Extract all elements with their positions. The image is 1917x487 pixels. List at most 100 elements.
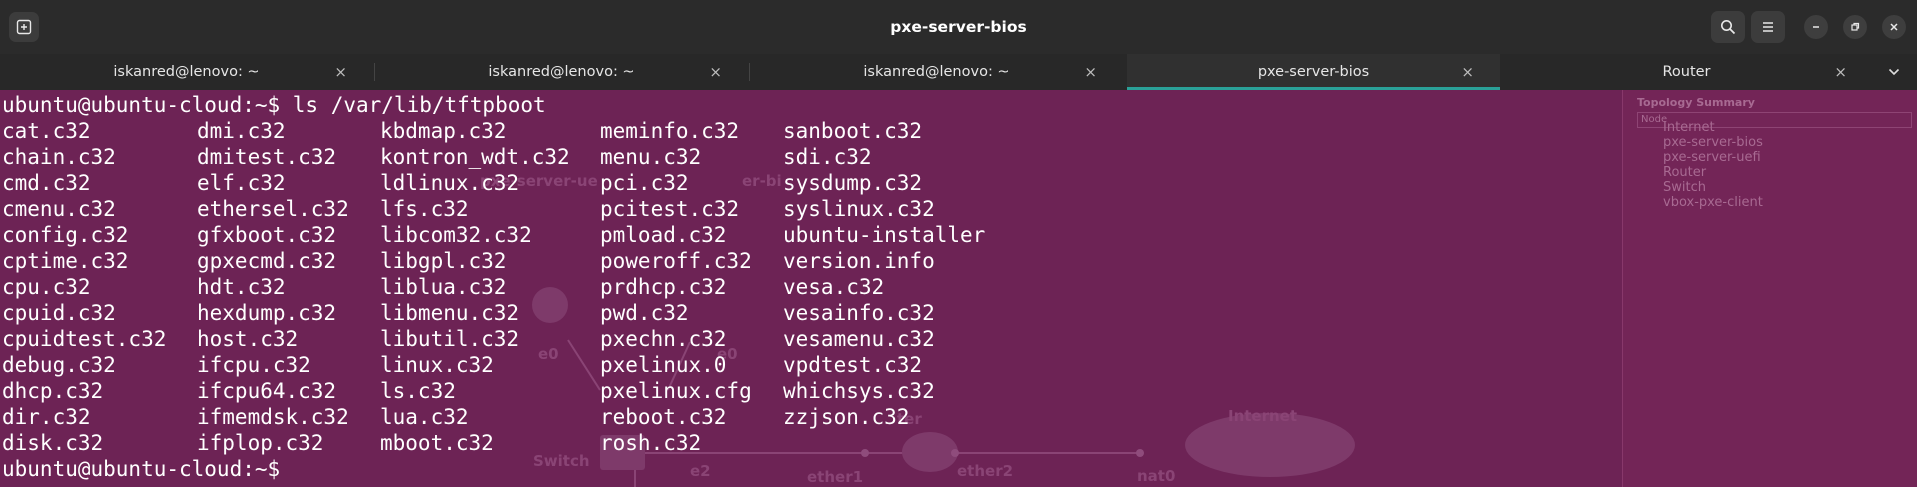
file-entry: dmitest.c32 [197, 145, 337, 169]
ls-column-3: kbdmap.c32 kontron_wdt.c32 ldlinux.c32 l… [380, 118, 570, 456]
file-entry: ubuntu-installer [783, 223, 986, 247]
file-entry: cpuid.c32 [2, 301, 116, 325]
bg-topology-summary-panel: Topology Summary Node Internet pxe-serve… [1622, 90, 1917, 487]
tab-3[interactable]: iskanred@lenovo: ~ × [750, 54, 1123, 90]
bg-node-item: Router [1663, 165, 1707, 180]
search-button[interactable] [1711, 11, 1745, 43]
tab-close-icon[interactable]: × [709, 54, 722, 90]
file-entry: vesainfo.c32 [783, 301, 935, 325]
file-entry: lua.c32 [380, 405, 469, 429]
file-entry: reboot.c32 [600, 405, 727, 429]
file-entry: cat.c32 [2, 119, 91, 143]
file-entry: version.info [783, 249, 935, 273]
ls-column-2: dmi.c32 dmitest.c32 elf.c32 ethersel.c32… [197, 118, 349, 456]
file-entry: hexdump.c32 [197, 301, 337, 325]
file-entry: syslinux.c32 [783, 197, 935, 221]
tab-1[interactable]: iskanred@lenovo: ~ × [0, 54, 373, 90]
file-entry: linux.c32 [380, 353, 494, 377]
file-entry: kbdmap.c32 [380, 119, 507, 143]
file-entry: ifmemdsk.c32 [197, 405, 349, 429]
window-title: pxe-server-bios [890, 18, 1027, 36]
bg-label-e2: e2 [690, 462, 711, 480]
file-entry: whichsys.c32 [783, 379, 935, 403]
file-entry: vesa.c32 [783, 275, 885, 299]
file-entry: cpu.c32 [2, 275, 91, 299]
file-entry: elf.c32 [197, 171, 286, 195]
file-entry: cptime.c32 [2, 249, 129, 273]
file-entry: host.c32 [197, 327, 299, 351]
file-entry: pxelinux.0 [600, 353, 727, 377]
file-entry: gpxecmd.c32 [197, 249, 337, 273]
file-entry: disk.c32 [2, 431, 104, 455]
tab-close-icon[interactable]: × [1084, 54, 1097, 90]
file-entry: vpdtest.c32 [783, 353, 923, 377]
file-entry: pwd.c32 [600, 301, 689, 325]
file-entry: debug.c32 [2, 353, 116, 377]
file-entry: zzjson.c32 [783, 405, 910, 429]
file-entry: ethersel.c32 [197, 197, 349, 221]
file-entry: meminfo.c32 [600, 119, 740, 143]
ls-column-5: sanboot.c32 sdi.c32 sysdump.c32 syslinux… [783, 118, 985, 430]
search-icon [1721, 20, 1736, 35]
tab-close-icon[interactable]: × [334, 54, 347, 90]
file-entry: dir.c32 [2, 405, 91, 429]
file-entry: ifplop.c32 [197, 431, 324, 455]
file-entry: pxelinux.cfg [600, 379, 752, 403]
bg-label-internet: Internet [1228, 407, 1298, 425]
shell-prompt: ubuntu@ubuntu-cloud:~$ [2, 457, 293, 481]
file-entry: sysdump.c32 [783, 171, 923, 195]
file-entry: liblua.c32 [380, 275, 507, 299]
tab-label: iskanred@lenovo: ~ [488, 64, 635, 80]
bg-label-nat0: nat0 [1137, 467, 1176, 485]
file-entry: lfs.c32 [380, 197, 469, 221]
tab-2[interactable]: iskanred@lenovo: ~ × [375, 54, 748, 90]
file-entry: sanboot.c32 [783, 119, 923, 143]
file-entry: mboot.c32 [380, 431, 494, 455]
minimize-button[interactable] [1804, 15, 1828, 39]
tab-label: iskanred@lenovo: ~ [863, 64, 1010, 80]
file-entry: cmd.c32 [2, 171, 91, 195]
bg-panel-title: Topology Summary [1637, 96, 1755, 109]
file-entry: hdt.c32 [197, 275, 286, 299]
tab-list-dropdown-button[interactable] [1881, 54, 1907, 90]
bg-label-ether2: ether2 [957, 462, 1014, 480]
file-entry: ldlinux.c32 [380, 171, 520, 195]
maximize-icon [1851, 22, 1860, 31]
menu-button[interactable] [1751, 11, 1785, 43]
tab-4-active[interactable]: pxe-server-bios × [1127, 54, 1500, 90]
file-entry: rosh.c32 [600, 431, 702, 455]
hamburger-menu-icon [1763, 22, 1773, 32]
chevron-down-icon [1888, 68, 1900, 76]
file-entry: kontron_wdt.c32 [380, 145, 570, 169]
minimize-icon [1813, 26, 1819, 28]
tab-label: iskanred@lenovo: ~ [113, 64, 260, 80]
terminal-view[interactable]: pxe-server-ue er-bi e0 e0 Internet ter S… [0, 90, 1917, 487]
file-entry: cpuidtest.c32 [2, 327, 167, 351]
maximize-button[interactable] [1843, 15, 1867, 39]
file-entry: ifcpu64.c32 [197, 379, 337, 403]
close-button[interactable] [1882, 15, 1906, 39]
tab-5[interactable]: Router × [1500, 54, 1873, 90]
tab-close-icon[interactable]: × [1834, 54, 1847, 90]
file-entry: libutil.c32 [380, 327, 520, 351]
command-line: ubuntu@ubuntu-cloud:~$ ls /var/lib/tftpb… [2, 93, 546, 117]
file-entry: config.c32 [2, 223, 129, 247]
bg-node-item: pxe-server-uefi [1663, 150, 1761, 165]
file-entry: pxechn.c32 [600, 327, 727, 351]
file-entry: ls.c32 [380, 379, 456, 403]
file-entry: gfxboot.c32 [197, 223, 337, 247]
tab-label: pxe-server-bios [1257, 64, 1370, 80]
tab-close-icon[interactable]: × [1461, 54, 1474, 90]
file-entry: ifcpu.c32 [197, 353, 311, 377]
file-entry: sdi.c32 [783, 145, 872, 169]
file-entry: poweroff.c32 [600, 249, 752, 273]
file-entry: libgpl.c32 [380, 249, 507, 273]
bg-node-item: vbox-pxe-client [1663, 195, 1763, 210]
file-entry: pcitest.c32 [600, 197, 740, 221]
tab-bar: iskanred@lenovo: ~ × iskanred@lenovo: ~ … [0, 54, 1917, 90]
file-entry: dhcp.c32 [2, 379, 104, 403]
bg-node-item: Internet [1663, 120, 1715, 135]
file-entry: chain.c32 [2, 145, 116, 169]
title-bar: pxe-server-bios [0, 0, 1917, 55]
close-icon [1890, 23, 1898, 31]
